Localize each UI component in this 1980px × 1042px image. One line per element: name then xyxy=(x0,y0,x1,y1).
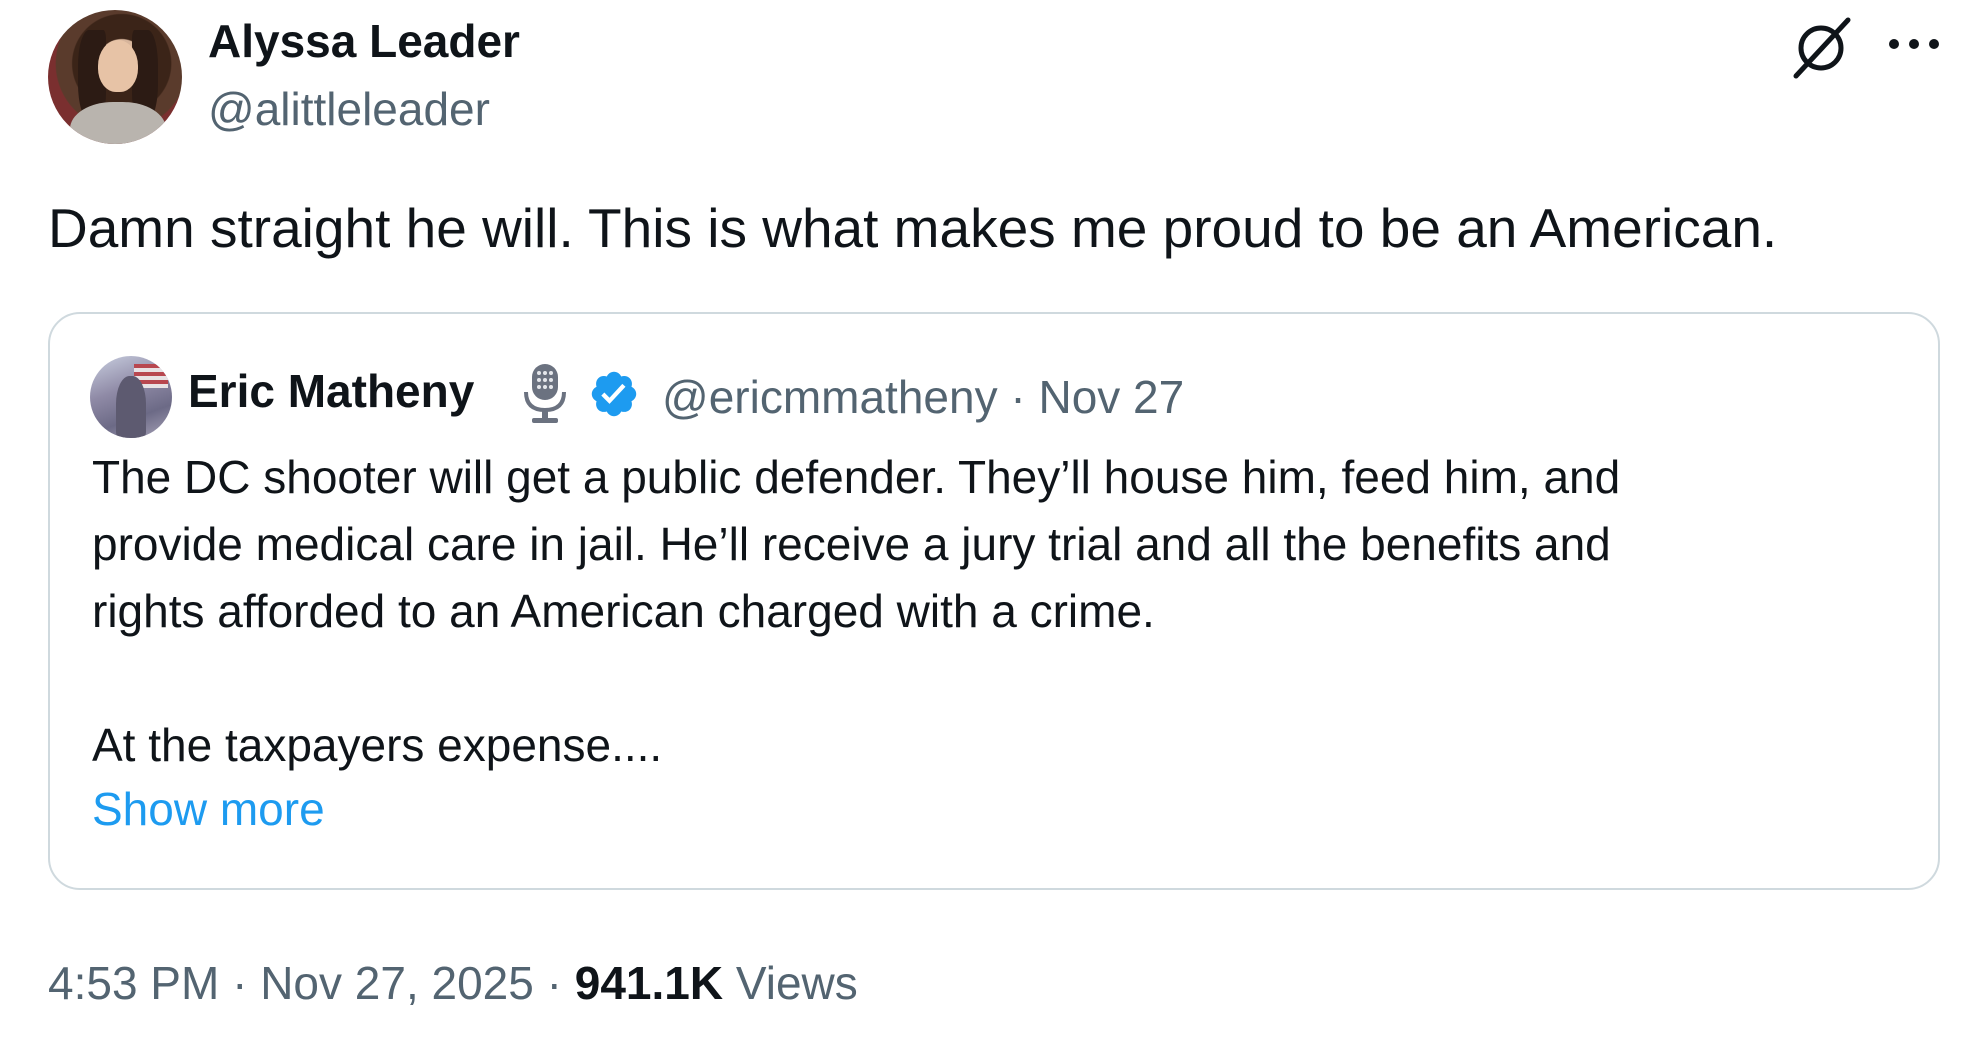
tweet: Alyssa Leader @alittleleader Damn straig… xyxy=(0,0,1980,1042)
views-label: Views xyxy=(735,957,858,1009)
author-name[interactable]: Alyssa Leader xyxy=(208,14,520,68)
grok-icon[interactable] xyxy=(1786,12,1856,82)
quoted-body-line: rights afforded to an American charged w… xyxy=(92,585,1155,637)
quoted-date[interactable]: Nov 27 xyxy=(1038,371,1184,423)
quoted-body-line: The DC shooter will get a public defende… xyxy=(92,451,1621,503)
views-count: 941.1K xyxy=(574,957,724,1009)
quoted-meta: @ericmmatheny · Nov 27 xyxy=(662,370,1184,424)
meta-separator: · xyxy=(1010,371,1026,423)
tweet-footer: 4:53 PM · Nov 27, 2025 · 941.1K Views xyxy=(48,956,858,1010)
quoted-author-avatar[interactable] xyxy=(90,356,172,438)
more-options-icon[interactable] xyxy=(1886,34,1942,54)
verified-badge-icon xyxy=(591,371,637,417)
microphone-icon xyxy=(524,364,566,423)
quoted-author-name[interactable]: Eric Matheny xyxy=(188,364,474,418)
tweet-text: Damn straight he will. This is what make… xyxy=(48,197,1778,259)
quoted-body-line: provide medical care in jail. He’ll rece… xyxy=(92,518,1611,570)
quoted-body-line: At the taxpayers expense.... xyxy=(92,719,663,771)
footer-separator: · xyxy=(232,957,248,1009)
tweet-date[interactable]: Nov 27, 2025 xyxy=(260,957,534,1009)
quoted-tweet-body: The DC shooter will get a public defende… xyxy=(92,444,1912,779)
quoted-author-handle[interactable]: @ericmmatheny xyxy=(662,371,998,423)
show-more-link[interactable]: Show more xyxy=(92,782,325,836)
quoted-tweet-card[interactable]: Eric Matheny @ericmmatheny · Nov 27 The … xyxy=(48,312,1940,890)
tweet-time[interactable]: 4:53 PM xyxy=(48,957,219,1009)
author-avatar[interactable] xyxy=(48,10,182,144)
footer-separator: · xyxy=(546,957,562,1009)
author-handle[interactable]: @alittleleader xyxy=(208,82,490,136)
